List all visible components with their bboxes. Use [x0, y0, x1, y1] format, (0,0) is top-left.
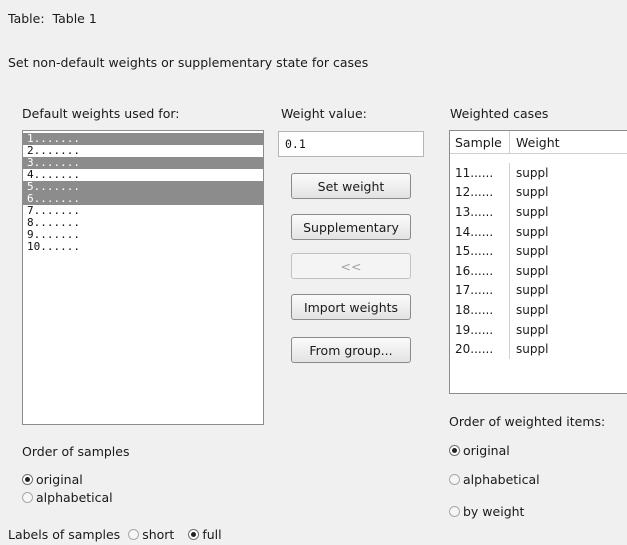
column-header-weight[interactable]: Weight	[510, 135, 560, 150]
radio-unselected-icon[interactable]	[449, 474, 460, 485]
cell-weight: suppl	[516, 244, 549, 259]
radio-unselected-icon[interactable]	[22, 492, 33, 503]
radio-selected-icon[interactable]	[188, 529, 200, 540]
table-row[interactable]: 19...... suppl	[450, 319, 627, 340]
table-row[interactable]: 12...... suppl	[450, 182, 627, 203]
cell-weight: suppl	[516, 263, 549, 278]
cell-weight: suppl	[516, 224, 549, 239]
move-back-button[interactable]: <<	[291, 253, 411, 279]
radio-unselected-icon[interactable]	[128, 529, 140, 540]
cell-sample: 16......	[450, 260, 510, 281]
radio-samples-alphabetical[interactable]: alphabetical	[22, 490, 113, 505]
table-row[interactable]: 18...... suppl	[450, 300, 627, 320]
table-row[interactable]: 14...... suppl	[450, 221, 627, 242]
column-header-sample[interactable]: Sample	[450, 131, 510, 153]
default-weights-list[interactable]: 1....... 2....... 3....... 4....... 5.......…	[22, 130, 264, 425]
table-label: Table:	[8, 11, 45, 26]
radio-selected-icon[interactable]	[22, 474, 33, 485]
cell-weight: suppl	[516, 165, 549, 180]
radio-label: original	[36, 472, 83, 487]
labels-of-samples-label: Labels of samples	[8, 527, 121, 542]
table-row[interactable]: 11...... suppl	[450, 163, 627, 183]
radio-weighted-by-weight[interactable]: by weight	[449, 504, 524, 519]
order-samples-label: Order of samples	[22, 444, 130, 459]
cell-weight: suppl	[516, 204, 549, 219]
page-subtitle: Set non-default weights or supplementary…	[8, 55, 369, 70]
list-item[interactable]: 10......	[23, 241, 263, 253]
import-weights-button[interactable]: Import weights	[291, 294, 411, 320]
table-row[interactable]: 13...... suppl	[450, 202, 627, 222]
radio-label-full: full	[202, 527, 222, 542]
table-row[interactable]: 20...... suppl	[450, 339, 627, 359]
weight-value-input[interactable]	[278, 131, 424, 157]
weighted-cases-label: Weighted cases	[450, 106, 549, 121]
radio-label: original	[463, 443, 510, 458]
radio-unselected-icon[interactable]	[449, 506, 460, 517]
radio-label-short: short	[142, 527, 175, 542]
radio-weighted-alphabetical[interactable]: alphabetical	[449, 472, 540, 487]
radio-samples-original[interactable]: original	[22, 472, 83, 487]
labels-of-samples-group: Labels of samples short full	[8, 527, 222, 542]
cell-sample: 13......	[450, 202, 510, 222]
cell-sample: 11......	[450, 163, 510, 183]
radio-selected-icon[interactable]	[449, 445, 460, 456]
table-row[interactable]: 17...... suppl	[450, 280, 627, 301]
table-row[interactable]: 15...... suppl	[450, 241, 627, 261]
default-weights-label: Default weights used for:	[22, 106, 180, 121]
radio-weighted-original[interactable]: original	[449, 443, 510, 458]
cell-sample: 18......	[450, 300, 510, 320]
cell-sample: 14......	[450, 221, 510, 242]
cell-weight: suppl	[516, 322, 549, 337]
table-title: Table: Table 1	[8, 11, 97, 26]
radio-label: alphabetical	[463, 472, 540, 487]
cell-sample: 17......	[450, 280, 510, 301]
radio-label: alphabetical	[36, 490, 113, 505]
cell-weight: suppl	[516, 302, 549, 317]
table-header: Sample Weight	[450, 131, 627, 154]
table-row[interactable]: 16...... suppl	[450, 260, 627, 281]
radio-label: by weight	[463, 504, 525, 519]
supplementary-button[interactable]: Supplementary	[291, 214, 411, 240]
from-group-button[interactable]: From group...	[291, 337, 411, 363]
cell-sample: 15......	[450, 241, 510, 261]
weight-value-label: Weight value:	[281, 106, 367, 121]
cell-sample: 19......	[450, 319, 510, 340]
table-name: Table 1	[52, 11, 97, 26]
set-weight-button[interactable]: Set weight	[291, 173, 411, 199]
weighted-cases-table[interactable]: Sample Weight 11...... suppl 12...... suppl…	[449, 130, 627, 394]
cell-weight: suppl	[516, 185, 549, 200]
order-weighted-label: Order of weighted items:	[449, 414, 606, 429]
cell-sample: 12......	[450, 182, 510, 203]
table-body: 11...... suppl 12...... suppl 13...... suppl 1…	[450, 163, 627, 359]
cell-weight: suppl	[516, 342, 549, 357]
cell-weight: suppl	[516, 283, 549, 298]
cell-sample: 20......	[450, 339, 510, 359]
